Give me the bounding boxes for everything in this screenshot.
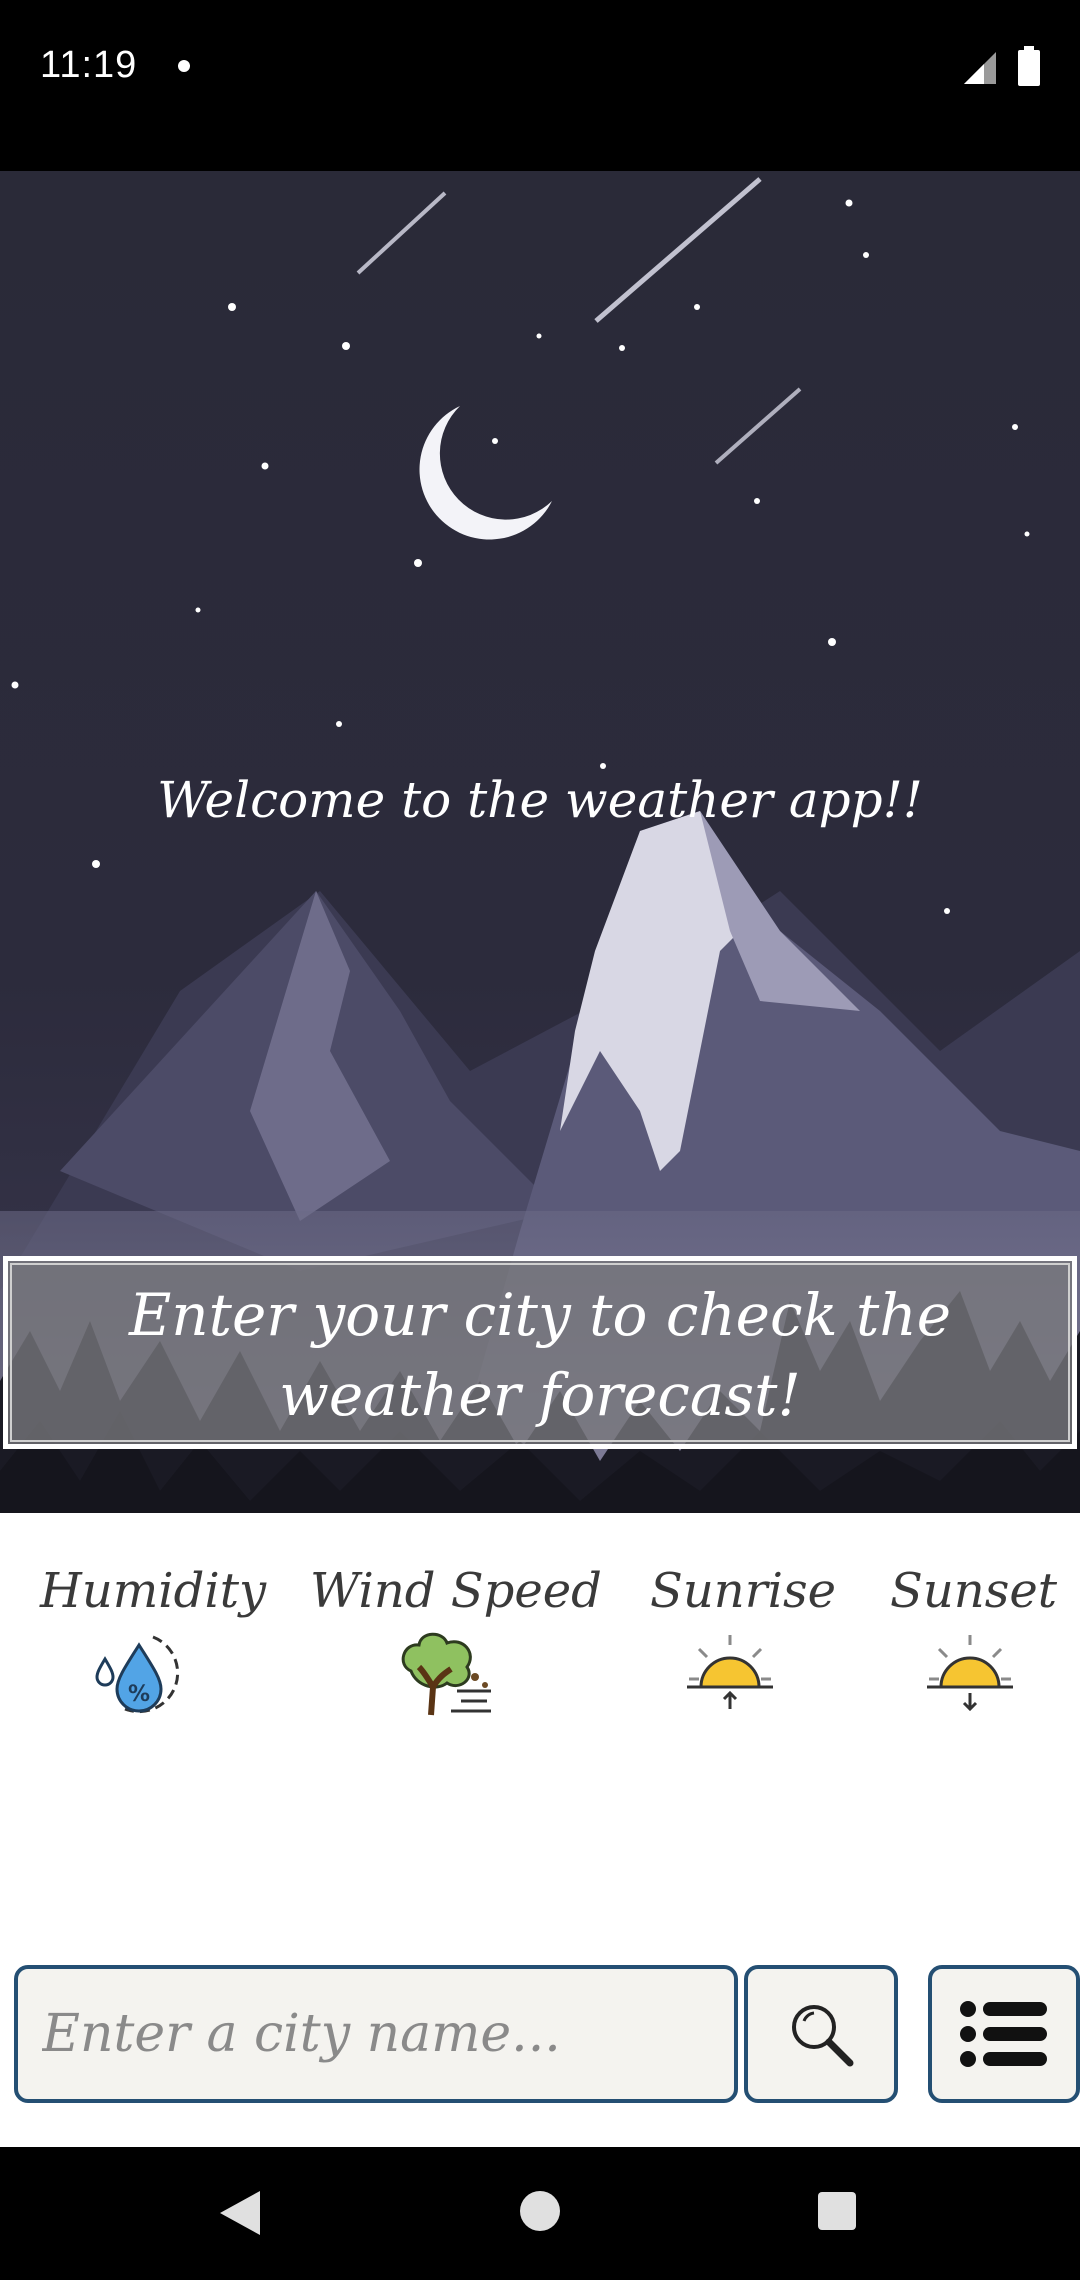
- welcome-text: Welcome to the weather app!!: [157, 771, 923, 829]
- svg-text:%: %: [128, 1682, 150, 1707]
- sunset-icon: [927, 1635, 1013, 1711]
- battery-icon: [1018, 46, 1040, 86]
- home-icon[interactable]: [520, 2191, 560, 2231]
- humidity-item: Humidity %: [40, 1563, 267, 1717]
- wind-speed-label: Wind Speed: [310, 1563, 602, 1619]
- back-icon[interactable]: [218, 2189, 262, 2237]
- system-nav-bar: [0, 2147, 1080, 2280]
- search-button[interactable]: [744, 1965, 898, 2103]
- humidity-label: Humidity: [40, 1563, 267, 1619]
- sunset-label: Sunset: [890, 1563, 1058, 1619]
- city-prompt-banner: Enter your city to check the weather for…: [3, 1256, 1077, 1449]
- search-icon: [792, 2005, 854, 2067]
- status-bar: 11:19: [0, 0, 1080, 171]
- sunrise-icon: [687, 1635, 773, 1709]
- hero-banner: Welcome to the weather app!! Enter your …: [0, 171, 1080, 1513]
- sunset-item: Sunset: [890, 1563, 1058, 1711]
- menu-list-button[interactable]: [928, 1965, 1080, 2103]
- recent-apps-icon[interactable]: [818, 2192, 856, 2230]
- list-icon: [960, 2001, 1047, 2067]
- status-time: 11:19: [40, 44, 138, 86]
- sunrise-item: Sunrise: [650, 1563, 837, 1711]
- signal-icon: [964, 52, 996, 84]
- city-search-input[interactable]: [14, 1965, 738, 2103]
- humidity-icon: %: [95, 1635, 180, 1714]
- city-prompt-text: Enter your city to check the weather for…: [128, 1281, 952, 1429]
- wind-speed-item: Wind Speed: [310, 1563, 602, 1717]
- wind-tree-icon: [401, 1632, 491, 1716]
- sunrise-label: Sunrise: [650, 1563, 837, 1619]
- notification-dot-icon: [178, 60, 190, 72]
- weather-info-row: Humidity % Wind Speed Sunrise Sunset: [0, 1513, 1080, 1716]
